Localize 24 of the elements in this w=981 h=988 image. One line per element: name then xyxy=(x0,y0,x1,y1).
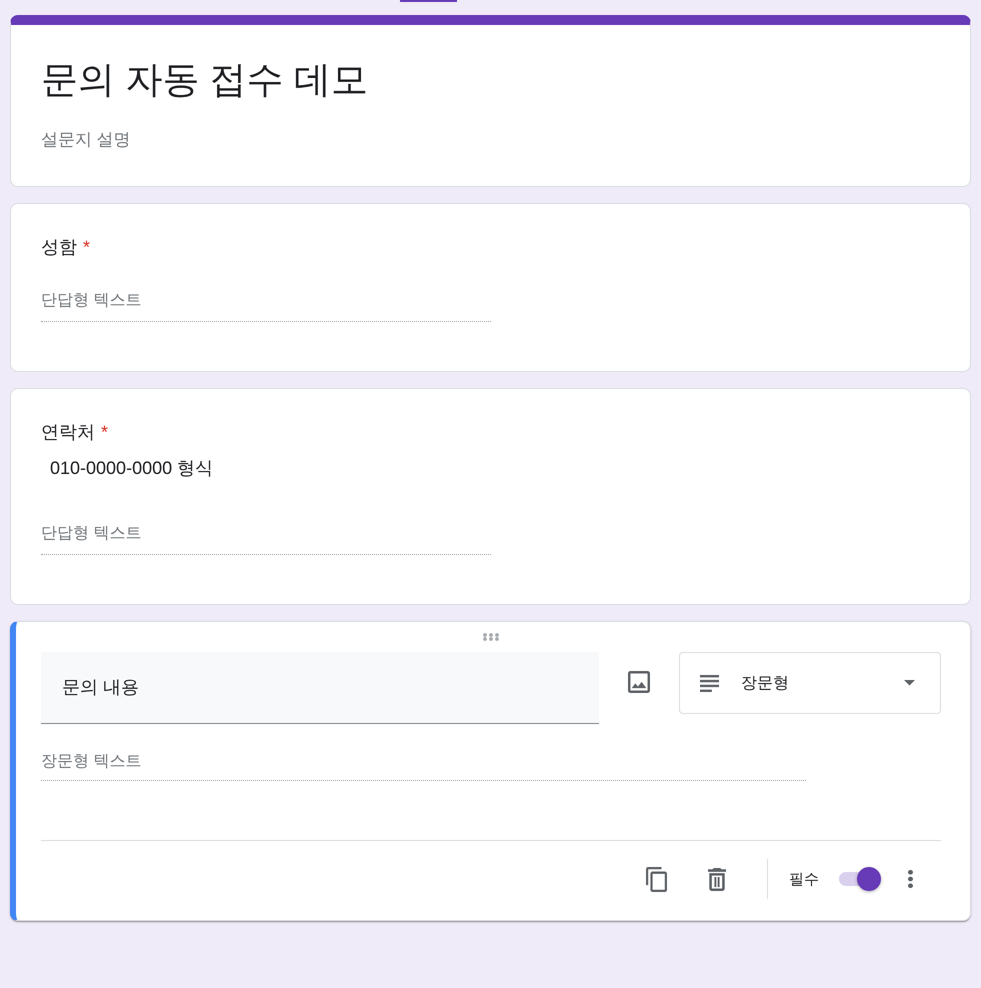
tab-indicator xyxy=(400,0,457,2)
copy-icon[interactable] xyxy=(646,866,666,892)
required-asterisk: * xyxy=(83,236,90,259)
question-title: 성함 xyxy=(41,236,77,259)
question-card[interactable]: 문의 내용 장문형 장문형 텍스트 필수 xyxy=(10,621,971,921)
text-lines-icon xyxy=(700,674,719,692)
more-icon[interactable] xyxy=(908,870,912,888)
question-card[interactable]: 성함 * 단답형 텍스트 xyxy=(10,203,971,372)
question-card[interactable]: 연락처 * 010-0000-0000 형식 단답형 텍스트 xyxy=(10,388,971,605)
question-title: 연락처 xyxy=(41,421,95,444)
answer-field: 장문형 텍스트 xyxy=(41,752,806,781)
question-type-dropdown[interactable]: 장문형 xyxy=(679,652,941,714)
trash-icon[interactable] xyxy=(708,868,726,890)
question-description: 010-0000-0000 형식 xyxy=(50,457,214,480)
required-asterisk: * xyxy=(101,421,108,444)
required-label: 필수 xyxy=(789,870,819,888)
question-title-field[interactable]: 문의 내용 xyxy=(41,652,599,724)
form-title: 문의 자동 접수 데모 xyxy=(41,60,369,100)
answer-field: 단답형 텍스트 xyxy=(41,524,491,555)
caret-icon xyxy=(904,680,915,686)
image-icon[interactable] xyxy=(628,671,650,693)
drag-handle-icon[interactable] xyxy=(483,633,499,641)
form-description: 설문지 설명 xyxy=(41,130,132,150)
answer-field: 단답형 텍스트 xyxy=(41,291,491,322)
